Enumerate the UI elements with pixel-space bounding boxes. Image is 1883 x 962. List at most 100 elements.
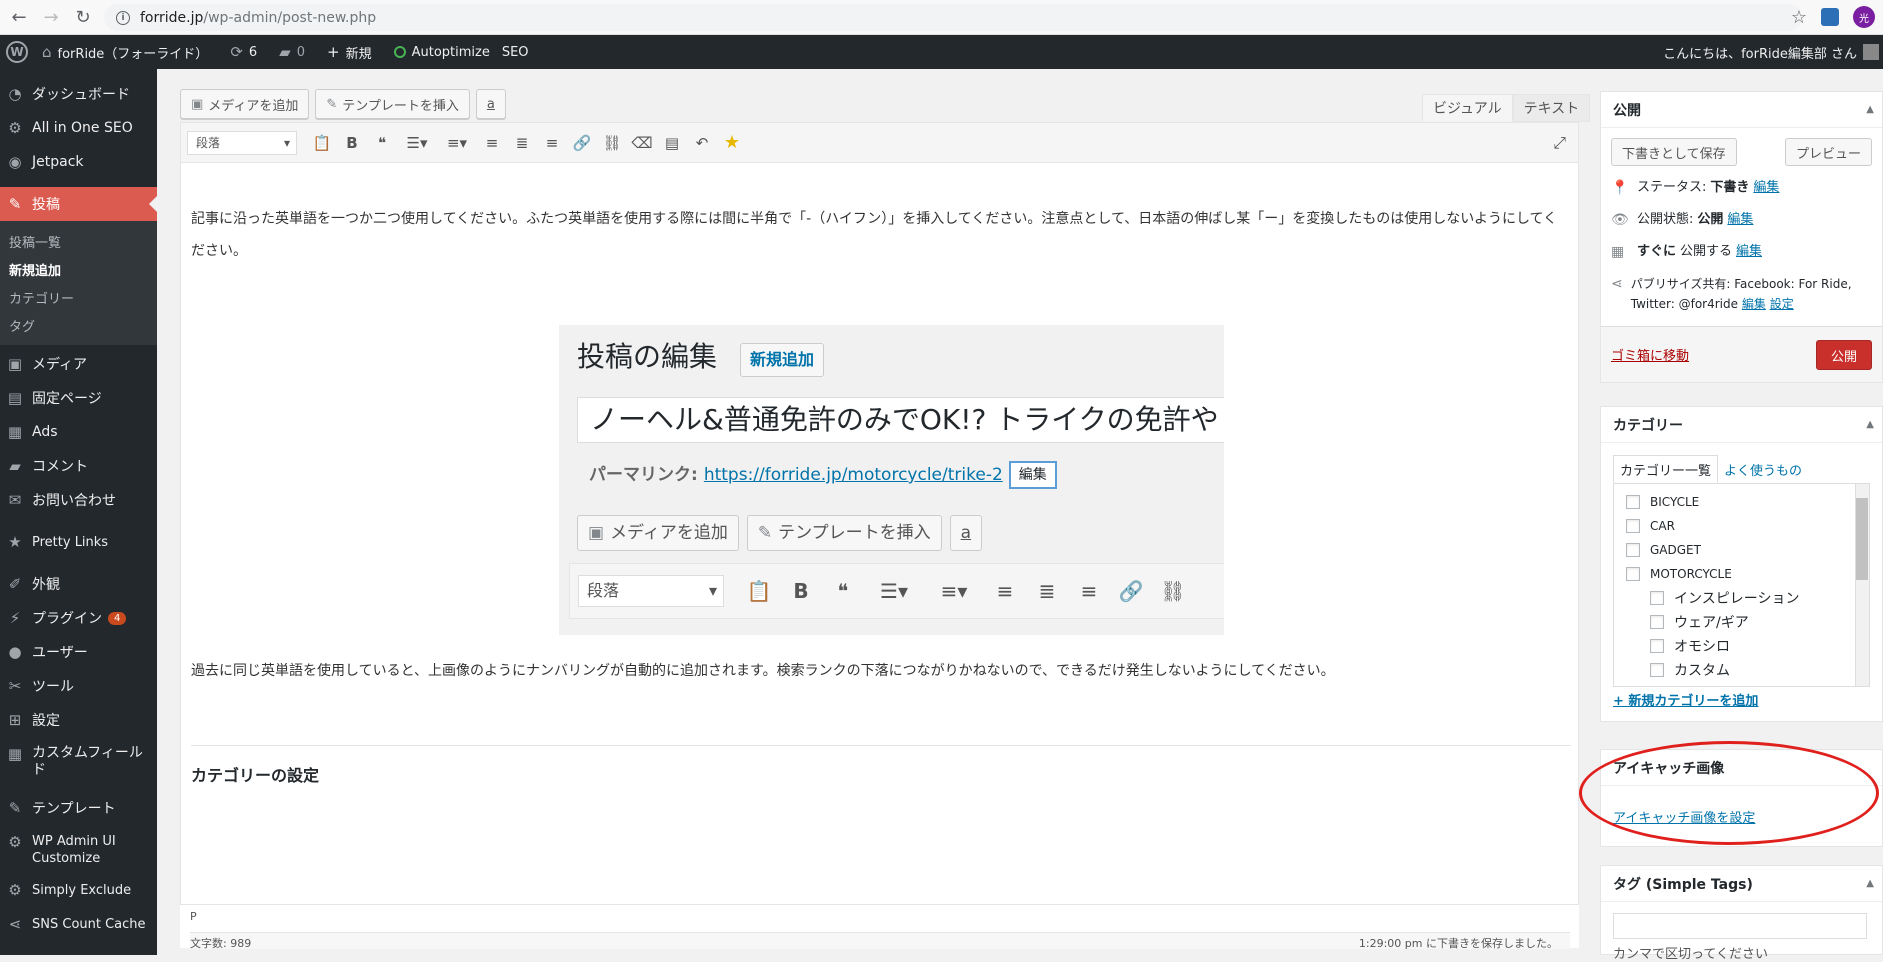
menu-wp-admin-ui-customize[interactable]: ⚙ WP Admin UI Customize bbox=[0, 825, 157, 873]
star-icon[interactable]: ★ bbox=[717, 128, 747, 158]
unlink-icon[interactable]: ⛓ bbox=[597, 128, 627, 158]
tab-visual[interactable]: ビジュアル bbox=[1422, 94, 1513, 122]
category-checklist[interactable]: BICYCLE CAR GADGET MOTORCYCLE インスピレーション … bbox=[1613, 483, 1870, 687]
submenu-all-posts[interactable]: 投稿一覧 bbox=[0, 227, 157, 255]
publish-box-header[interactable]: 公開 ▲ bbox=[1601, 92, 1882, 128]
bullet-list-icon[interactable]: ☰▾ bbox=[397, 128, 437, 158]
menu-tools[interactable]: ✂ ツール bbox=[0, 669, 157, 703]
menu-settings[interactable]: ⊞ 設定 bbox=[0, 703, 157, 737]
add-new-category-link[interactable]: + 新規カテゴリーを追加 bbox=[1613, 690, 1758, 709]
menu-ads[interactable]: ▦ Ads bbox=[0, 415, 157, 449]
publish-button[interactable]: 公開 bbox=[1815, 340, 1872, 370]
scrollbar-thumb[interactable] bbox=[1856, 498, 1868, 580]
align-left-icon[interactable]: ≡ bbox=[477, 128, 507, 158]
menu-template[interactable]: ✎ テンプレート bbox=[0, 791, 157, 825]
category-item[interactable]: CAR bbox=[1614, 514, 1869, 538]
move-to-trash-link[interactable]: ゴミ箱に移動 bbox=[1611, 345, 1689, 364]
profile-avatar[interactable]: 光 bbox=[1853, 6, 1875, 28]
menu-users[interactable]: ● ユーザー bbox=[0, 635, 157, 669]
category-item[interactable]: MOTORCYCLE bbox=[1614, 562, 1869, 586]
seo-link[interactable]: SEO bbox=[502, 45, 529, 60]
submenu-categories[interactable]: カテゴリー bbox=[0, 283, 157, 311]
category-scrollbar[interactable] bbox=[1855, 484, 1869, 686]
preview-button[interactable]: プレビュー bbox=[1784, 138, 1872, 166]
menu-custom-fields[interactable]: ▦ カスタムフィールド bbox=[0, 737, 157, 785]
paste-icon[interactable]: 📋 bbox=[307, 128, 337, 158]
editor-content[interactable]: 記事に沿った英単語を一つか二つ使用してください。ふたつ英単語を使用する際には間に… bbox=[181, 203, 1578, 792]
back-icon[interactable]: ← bbox=[6, 4, 32, 30]
bold-icon[interactable]: B bbox=[337, 128, 367, 158]
menu-simply-exclude[interactable]: ⚙ Simply Exclude bbox=[0, 873, 157, 907]
category-checkbox[interactable] bbox=[1626, 543, 1640, 557]
menu-all-in-one-seo[interactable]: ⚙ All in One SEO bbox=[0, 111, 157, 145]
category-checkbox[interactable] bbox=[1626, 567, 1640, 581]
category-item[interactable]: GADGET bbox=[1614, 538, 1869, 562]
tags-box-header[interactable]: タグ (Simple Tags) ▲ bbox=[1601, 866, 1882, 902]
collapse-arrow-icon[interactable]: ▲ bbox=[1866, 419, 1874, 430]
tab-popular-categories[interactable]: よく使うもの bbox=[1718, 455, 1808, 483]
category-item[interactable]: カスタム bbox=[1614, 658, 1869, 682]
menu-appearance[interactable]: ✐ 外観 bbox=[0, 567, 157, 601]
menu-posts[interactable]: ✎ 投稿 bbox=[0, 187, 157, 221]
submenu-tags[interactable]: タグ bbox=[0, 311, 157, 339]
reload-icon[interactable]: ↻ bbox=[70, 4, 96, 30]
autoptimize-link[interactable]: Autoptimize bbox=[393, 45, 490, 60]
forward-icon[interactable]: → bbox=[38, 4, 64, 30]
menu-dashboard[interactable]: ◔ ダッシュボード bbox=[0, 77, 157, 111]
bookmark-star-icon[interactable]: ☆ bbox=[1791, 7, 1807, 28]
tab-all-categories[interactable]: カテゴリー一覧 bbox=[1613, 455, 1719, 483]
edit-visibility-link[interactable]: 編集 bbox=[1727, 210, 1753, 230]
category-checkbox[interactable] bbox=[1626, 495, 1640, 509]
numbered-list-icon[interactable]: ≡▾ bbox=[437, 128, 477, 158]
edit-status-link[interactable]: 編集 bbox=[1753, 178, 1779, 198]
category-checkbox[interactable] bbox=[1650, 663, 1664, 677]
updates-link[interactable]: ⟳ 6 bbox=[230, 43, 257, 61]
new-content-link[interactable]: + 新規 bbox=[327, 43, 372, 62]
category-checkbox[interactable] bbox=[1650, 639, 1664, 653]
undo-icon[interactable]: ↶ bbox=[687, 128, 717, 158]
menu-pretty-links[interactable]: ★ Pretty Links bbox=[0, 525, 157, 559]
copy-icon[interactable]: ▤ bbox=[657, 128, 687, 158]
category-box-header[interactable]: カテゴリー ▲ bbox=[1601, 407, 1882, 443]
collapse-arrow-icon[interactable]: ▲ bbox=[1866, 104, 1874, 115]
add-media-button[interactable]: ▣ メディアを追加 bbox=[180, 89, 310, 119]
category-item[interactable]: オモシロ bbox=[1614, 634, 1869, 658]
extension-icon[interactable] bbox=[1821, 8, 1839, 26]
account-greeting[interactable]: こんにちは、forRide編集部 さん bbox=[1663, 43, 1857, 62]
insert-template-button[interactable]: ✎ テンプレートを挿入 bbox=[315, 89, 470, 119]
menu-contact[interactable]: ✉ お問い合わせ bbox=[0, 483, 157, 517]
category-item[interactable]: インスピレーション bbox=[1614, 586, 1869, 610]
info-icon[interactable]: i bbox=[116, 10, 130, 25]
comments-link[interactable]: ▰ 0 bbox=[279, 43, 305, 61]
account-avatar[interactable] bbox=[1863, 44, 1879, 60]
address-bar[interactable]: i forride.jp/wp-admin/post-new.php bbox=[104, 4, 1802, 31]
menu-pages[interactable]: ▤ 固定ページ bbox=[0, 381, 157, 415]
submenu-add-new[interactable]: 新規追加 bbox=[0, 255, 157, 283]
publicize-settings-link[interactable]: 設定 bbox=[1770, 297, 1794, 311]
site-name-link[interactable]: ⌂ forRide（フォーライド） bbox=[42, 43, 208, 62]
tab-text[interactable]: テキスト bbox=[1512, 94, 1591, 122]
save-draft-button[interactable]: 下書きとして保存 bbox=[1611, 138, 1737, 166]
category-checkbox[interactable] bbox=[1626, 519, 1640, 533]
fullscreen-icon[interactable]: ⤢ bbox=[1553, 133, 1566, 153]
blockquote-icon[interactable]: ❝ bbox=[367, 128, 397, 158]
format-select[interactable]: 段落 bbox=[187, 130, 297, 155]
category-item[interactable]: ウェア/ギア bbox=[1614, 610, 1869, 634]
menu-jetpack[interactable]: ◉ Jetpack bbox=[0, 145, 157, 179]
category-checkbox[interactable] bbox=[1650, 615, 1664, 629]
category-checkbox[interactable] bbox=[1650, 591, 1664, 605]
link-icon[interactable]: 🔗 bbox=[567, 128, 597, 158]
menu-media[interactable]: ▣ メディア bbox=[0, 347, 157, 381]
menu-plugins[interactable]: ⚡ プラグイン 4 bbox=[0, 601, 157, 635]
amazon-button[interactable]: a bbox=[475, 89, 506, 119]
tags-input[interactable] bbox=[1613, 913, 1867, 939]
edit-schedule-link[interactable]: 編集 bbox=[1736, 242, 1762, 262]
wordpress-logo-icon[interactable]: W bbox=[6, 41, 28, 63]
edit-publicize-link[interactable]: 編集 bbox=[1742, 297, 1766, 311]
eraser-icon[interactable]: ⌫ bbox=[627, 128, 657, 158]
menu-sns-count-cache[interactable]: ⋖ SNS Count Cache bbox=[0, 907, 157, 941]
menu-comments[interactable]: ▰ コメント bbox=[0, 449, 157, 483]
align-center-icon[interactable]: ≣ bbox=[507, 128, 537, 158]
collapse-arrow-icon[interactable]: ▲ bbox=[1866, 878, 1874, 889]
category-item[interactable]: BICYCLE bbox=[1614, 490, 1869, 514]
